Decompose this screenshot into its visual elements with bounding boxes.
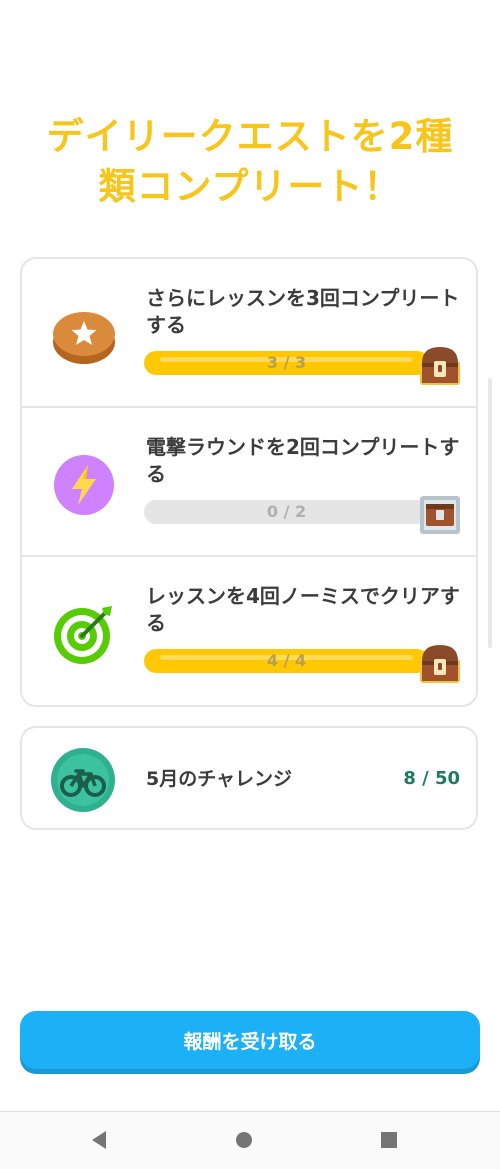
quest-title: 電撃ラウンドを2回コンプリートする (146, 435, 460, 486)
progress-text: 0 / 2 (266, 502, 307, 521)
target-icon (54, 606, 112, 664)
star-coin-icon (53, 312, 115, 364)
quest-complete-screen: デイリークエストを2種類コンプリート！ さらにレッスンを3回コンプリートする 3… (0, 0, 500, 1169)
quest-progress-bar: 3 / 3 (144, 351, 429, 375)
quest-title: レッスンを4回ノーミスでクリアする (146, 584, 460, 635)
scrollbar[interactable] (488, 378, 492, 648)
home-icon[interactable] (233, 1129, 255, 1151)
progress-text: 4 / 4 (266, 651, 307, 670)
quest-title: さらにレッスンを3回コンプリートする (146, 286, 460, 337)
system-nav-bar (0, 1111, 500, 1169)
quest-progress-bar: 4 / 4 (144, 649, 429, 673)
lightning-icon (54, 455, 114, 515)
challenge-label: 5月のチャレンジ (146, 768, 293, 790)
challenge-count: 8 / 50 (403, 768, 460, 789)
quest-item: レッスンを4回ノーミスでクリアする 4 / 4 (22, 557, 476, 706)
chest-icon (420, 645, 460, 683)
monthly-challenge-card[interactable]: 5月のチャレンジ 8 / 50 (20, 726, 478, 830)
quest-item: さらにレッスンを3回コンプリートする 3 / 3 (22, 259, 476, 408)
quest-progress-bar: 0 / 2 (144, 500, 429, 524)
daily-quests-card: さらにレッスンを3回コンプリートする 3 / 3 電撃ラウンドを2回コンプリート… (20, 257, 478, 707)
claim-reward-button[interactable]: 報酬を受け取る (20, 1011, 480, 1069)
recents-icon[interactable] (378, 1129, 400, 1151)
quest-item: 電撃ラウンドを2回コンプリートする 0 / 2 (22, 408, 476, 557)
back-icon[interactable] (88, 1129, 110, 1151)
page-title: デイリークエストを2種類コンプリート！ (46, 115, 454, 208)
chest-icon (420, 347, 460, 385)
chest-locked-icon (420, 496, 460, 534)
bicycle-badge-icon (51, 748, 115, 812)
progress-text: 3 / 3 (266, 353, 307, 372)
